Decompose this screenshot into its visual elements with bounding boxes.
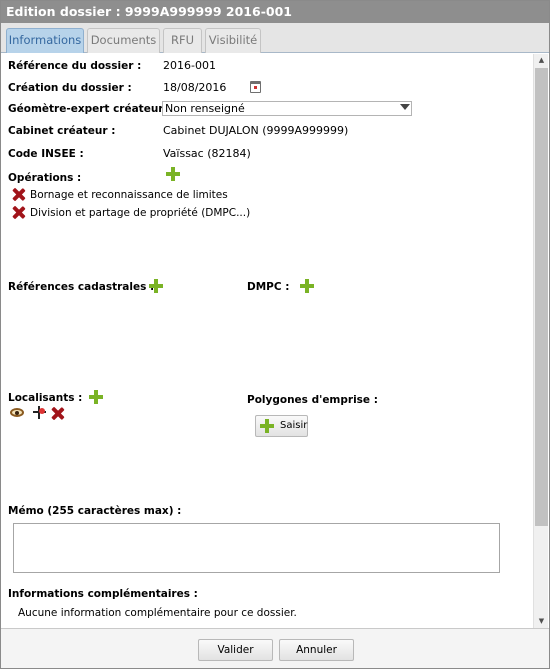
creation-label: Création du dossier : (8, 82, 132, 94)
operation-item: Bornage et reconnaissance de limites (30, 189, 228, 201)
memo-textarea[interactable] (13, 523, 500, 573)
tab-bar: Informations Documents RFU Visibilité (1, 23, 549, 53)
operations-label: Opérations : (8, 172, 82, 184)
dialog-footer: Valider Annuler (1, 628, 549, 668)
add-operation-icon[interactable] (166, 167, 180, 181)
insee-value: Vaïssac (82184) (163, 147, 251, 160)
tab-visibilite[interactable]: Visibilité (205, 28, 261, 53)
cabinet-value: Cabinet DUJALON (9999A999999) (163, 124, 349, 137)
dialog-window: Edition dossier : 9999A999999 2016-001 I… (0, 0, 550, 669)
polygones-label: Polygones d'emprise : (247, 394, 378, 406)
scrollbar-thumb[interactable] (535, 68, 548, 526)
infos-label: Informations complémentaires : (8, 588, 198, 600)
delete-operation-icon[interactable] (12, 206, 25, 219)
saisir-button-label: Saisir (280, 420, 308, 431)
geometre-select-value: Non renseigné (165, 102, 245, 115)
delete-localisant-icon[interactable] (51, 407, 64, 420)
geometre-select[interactable]: Non renseigné (162, 101, 412, 116)
reference-label: Référence du dossier : (8, 60, 142, 72)
memo-label: Mémo (255 caractères max) : (8, 505, 182, 517)
tab-documents[interactable]: Documents (87, 28, 160, 53)
cabinet-label: Cabinet créateur : (8, 125, 116, 137)
localisants-label: Localisants : (8, 392, 83, 404)
target-icon[interactable] (33, 406, 46, 419)
tab-rfu[interactable]: RFU (163, 28, 202, 53)
add-localisant-icon[interactable] (89, 390, 103, 404)
references-cadastrales-label: Références cadastrales : (8, 281, 155, 293)
delete-operation-icon[interactable] (12, 188, 25, 201)
scroll-down-icon[interactable]: ▼ (534, 615, 549, 628)
calendar-icon[interactable] (250, 81, 261, 93)
form-panel: Référence du dossier : 2016-001 Création… (2, 54, 533, 628)
insee-label: Code INSEE : (8, 148, 84, 160)
operation-item: Division et partage de propriété (DMPC..… (30, 207, 251, 219)
plus-icon (260, 419, 274, 433)
creation-date-value: 18/08/2016 (163, 81, 227, 94)
add-dmpc-icon[interactable] (300, 279, 314, 293)
infos-text: Aucune information complémentaire pour c… (18, 607, 297, 619)
vertical-scrollbar[interactable]: ▲ ▼ (533, 54, 548, 628)
dmpc-label: DMPC : (247, 281, 290, 293)
chevron-down-icon (400, 104, 410, 110)
add-reference-cadastrale-icon[interactable] (149, 279, 163, 293)
window-title: Edition dossier : 9999A999999 2016-001 (1, 1, 549, 23)
geometre-label: Géomètre-expert créateur : (8, 103, 172, 115)
annuler-button[interactable]: Annuler (279, 639, 354, 661)
valider-button[interactable]: Valider (198, 639, 273, 661)
eye-icon[interactable] (10, 408, 24, 417)
saisir-button[interactable]: Saisir (255, 415, 308, 437)
tab-informations[interactable]: Informations (6, 28, 84, 53)
reference-value: 2016-001 (163, 59, 216, 72)
scroll-up-icon[interactable]: ▲ (534, 54, 549, 67)
